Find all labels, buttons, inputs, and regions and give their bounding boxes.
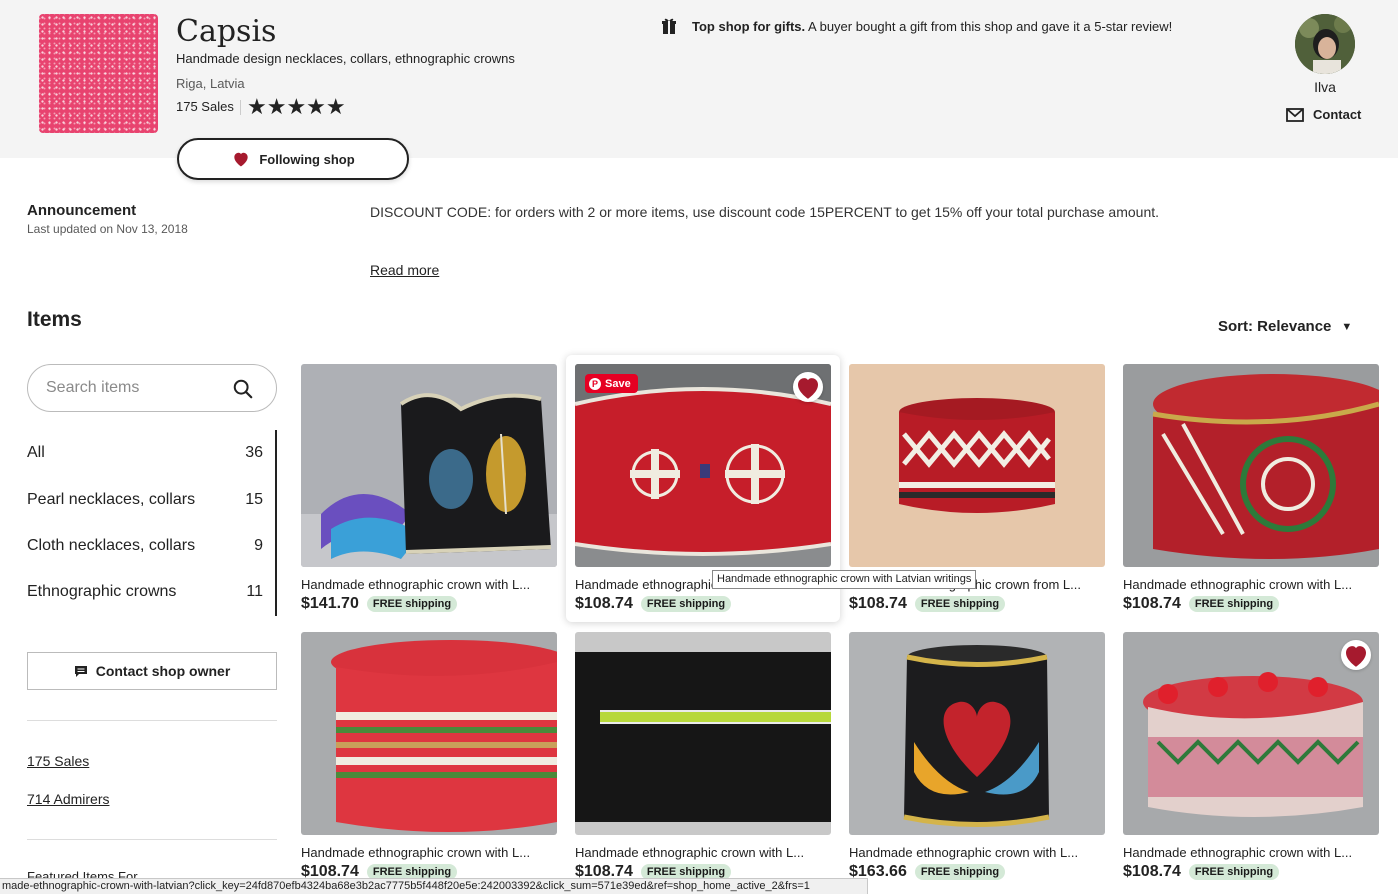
gift-banner: Top shop for gifts. A buyer bought a gif… xyxy=(660,17,1172,35)
listing-title[interactable]: Handmade ethnographic crown with L... xyxy=(1123,845,1379,860)
listing-title[interactable]: Handmade ethnographic crown with L... xyxy=(301,577,557,592)
section-count: 11 xyxy=(246,583,263,601)
contact-owner-link[interactable]: Contact xyxy=(1286,107,1361,122)
section-count: 36 xyxy=(245,444,263,462)
rating-stars[interactable]: ★★★★★ xyxy=(247,95,346,119)
search-items-input[interactable] xyxy=(46,379,226,397)
pinterest-icon: P xyxy=(589,377,601,390)
section-list: All 36 Pearl necklaces, collars 15 Cloth… xyxy=(27,430,277,616)
gift-banner-title: Top shop for gifts. xyxy=(692,18,806,34)
favorite-button[interactable] xyxy=(793,372,823,402)
listing-price: $108.74 xyxy=(849,595,907,612)
shop-logo[interactable] xyxy=(39,14,158,133)
search-icon[interactable] xyxy=(232,378,254,400)
admirers-link[interactable]: 714 Admirers xyxy=(27,791,109,807)
section-label: All xyxy=(27,444,45,462)
contact-label: Contact xyxy=(1313,107,1362,122)
section-item-all[interactable]: All 36 xyxy=(27,430,277,476)
listing-price: $108.74 xyxy=(1123,863,1181,880)
gift-icon xyxy=(662,18,676,34)
sort-dropdown[interactable]: Sort: Relevance ▼ xyxy=(1218,318,1352,335)
free-shipping-badge: FREE shipping xyxy=(914,864,1006,880)
listing-card[interactable]: Handmade ethnographic crown with L... $1… xyxy=(1123,632,1379,881)
divider xyxy=(27,720,277,721)
favorite-button[interactable] xyxy=(1341,640,1371,670)
listing-image[interactable] xyxy=(301,364,557,567)
listing-price: $108.74 xyxy=(1123,595,1181,612)
caret-down-icon: ▼ xyxy=(1341,320,1353,333)
listing-card[interactable]: Handmade ethnographic crown with L... $1… xyxy=(575,632,831,881)
shop-name: Capsis xyxy=(176,14,277,49)
section-item-ethnographic-crowns[interactable]: Ethnographic crowns 11 xyxy=(27,569,277,615)
listing-card[interactable]: Handmade ethnographic crown with L... $1… xyxy=(1123,364,1379,613)
free-shipping-badge: FREE shipping xyxy=(366,596,458,612)
listing-image[interactable] xyxy=(575,632,831,835)
announcement-title: Announcement xyxy=(27,202,137,219)
listing-image[interactable] xyxy=(301,632,557,835)
listing-image[interactable] xyxy=(849,632,1105,835)
sort-label: Sort: Relevance xyxy=(1218,318,1332,335)
heart-icon xyxy=(798,377,818,399)
section-label: Cloth necklaces, collars xyxy=(27,536,196,554)
listing-image[interactable] xyxy=(1123,364,1379,567)
following-shop-label: Following shop xyxy=(259,151,355,167)
section-count: 9 xyxy=(254,536,263,554)
free-shipping-badge: FREE shipping xyxy=(914,596,1006,612)
free-shipping-badge: FREE shipping xyxy=(640,596,732,612)
listing-image[interactable] xyxy=(1123,632,1379,835)
heart-icon xyxy=(234,152,248,167)
listing-image[interactable]: P Save xyxy=(575,364,831,567)
listing-title[interactable]: Handmade ethnographic crown with L... xyxy=(301,845,557,860)
section-count: 15 xyxy=(245,490,263,508)
shop-tagline: Handmade design necklaces, collars, ethn… xyxy=(176,51,515,66)
listing-title[interactable]: Handmade ethnographic crown with L... xyxy=(1123,577,1379,592)
free-shipping-badge: FREE shipping xyxy=(1188,596,1280,612)
divider xyxy=(240,100,241,115)
owner-avatar[interactable] xyxy=(1295,14,1355,74)
following-shop-button[interactable]: Following shop xyxy=(177,138,409,180)
listing-price: $108.74 xyxy=(575,595,633,612)
announcement-text: DISCOUNT CODE: for orders with 2 or more… xyxy=(370,204,1160,220)
contact-shop-owner-button[interactable]: Contact shop owner xyxy=(27,652,277,690)
listing-price: $141.70 xyxy=(301,595,359,612)
listing-card[interactable]: Handmade ethnographic crown with L... $1… xyxy=(301,632,557,881)
gift-banner-text: A buyer bought a gift from this shop and… xyxy=(805,18,1173,34)
items-heading: Items xyxy=(27,308,82,331)
listing-card[interactable]: Handmade ethnographic crown with L... $1… xyxy=(849,632,1105,881)
owner-name[interactable]: Ilva xyxy=(1295,79,1355,95)
listing-card[interactable]: Handmade ethnographic crown with L... $1… xyxy=(301,364,557,613)
search-items-box[interactable] xyxy=(27,364,277,412)
shop-location: Riga, Latvia xyxy=(176,76,245,91)
pinterest-save-button[interactable]: P Save xyxy=(585,374,638,393)
section-item-pearl-necklaces[interactable]: Pearl necklaces, collars 15 xyxy=(27,476,277,522)
free-shipping-badge: FREE shipping xyxy=(1188,864,1280,880)
listing-title[interactable]: Handmade ethnographic crown with L... xyxy=(849,845,1105,860)
divider xyxy=(27,839,277,840)
read-more-link[interactable]: Read more xyxy=(370,262,439,278)
sales-link[interactable]: 175 Sales xyxy=(27,753,89,769)
envelope-icon xyxy=(1286,107,1304,122)
section-item-cloth-necklaces[interactable]: Cloth necklaces, collars 9 xyxy=(27,523,277,569)
save-label: Save xyxy=(605,377,631,390)
contact-shop-owner-label: Contact shop owner xyxy=(95,663,231,679)
announcement-date: Last updated on Nov 13, 2018 xyxy=(27,222,188,236)
browser-status-bar: made-ethnographic-crown-with-latvian?cli… xyxy=(0,878,868,894)
shop-sales-count: 175 Sales xyxy=(176,99,234,114)
listing-image[interactable] xyxy=(849,364,1105,567)
listing-title-tooltip: Handmade ethnographic crown with Latvian… xyxy=(712,570,977,589)
section-label: Pearl necklaces, collars xyxy=(27,490,196,508)
listing-title[interactable]: Handmade ethnographic crown with L... xyxy=(575,845,831,860)
section-scrollbar[interactable] xyxy=(275,430,277,616)
section-label: Ethnographic crowns xyxy=(27,583,177,601)
heart-icon xyxy=(1346,645,1366,667)
message-icon xyxy=(74,665,87,677)
